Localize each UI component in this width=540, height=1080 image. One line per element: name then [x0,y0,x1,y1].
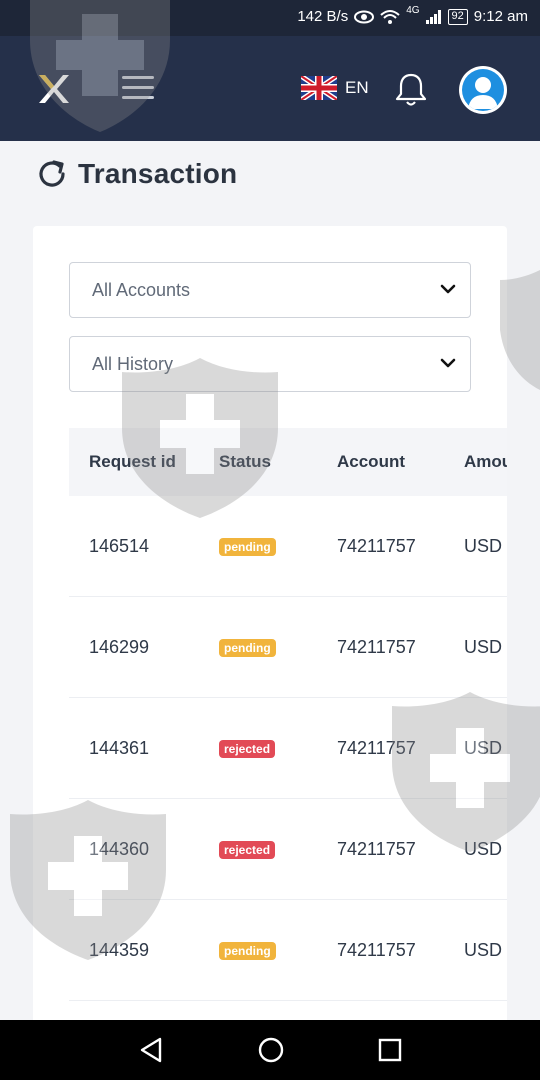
clock: 9:12 am [473,8,528,25]
table-row[interactable]: 144359 pending 74211757 USD 900 [69,900,507,1001]
amount: USD 676 [464,738,507,758]
transactions-card: All Accounts All History Request id Stat… [33,226,507,1026]
chevron-down-icon [440,284,456,294]
column-header-amount[interactable]: Amount [464,452,507,472]
language-label: EN [345,78,369,97]
battery-icon: 92 [447,8,468,25]
amount: USD 900 [464,536,507,556]
status-badge: pending [219,942,276,960]
amount: USD 900 [464,839,507,859]
uk-flag-icon [301,76,337,100]
home-icon[interactable] [257,1036,285,1064]
status-badge: pending [219,639,276,657]
account-number: 74211757 [337,637,416,657]
table-header: Request id Status Account Amount [69,428,507,496]
app-header: EN [0,36,540,141]
request-id: 144360 [89,839,150,859]
account-number: 74211757 [337,839,416,859]
eye-icon [354,10,375,23]
account-number: 74211757 [337,738,416,758]
account-number: 74211757 [337,536,416,556]
account-number: 74211757 [337,940,416,960]
status-badge: rejected [219,740,276,758]
history-filter-value: All History [92,354,174,374]
back-icon[interactable] [138,1036,164,1064]
menu-icon[interactable] [122,76,154,100]
status-badge: pending [219,538,276,556]
signal-icon: 4G [406,5,420,16]
recents-icon[interactable] [377,1036,403,1064]
table-row[interactable]: 144361 rejected 74211757 USD 676 [69,698,507,799]
system-navigation-bar [0,1020,540,1080]
refresh-icon[interactable] [34,156,70,192]
status-badge: rejected [219,841,276,859]
page-title: Transaction [78,158,238,189]
logo-x-icon[interactable] [36,72,70,106]
amount: USD 676 [464,637,507,657]
request-id: 146299 [89,637,150,657]
history-filter-select[interactable]: All History [69,336,471,392]
request-id: 146514 [89,536,150,556]
request-id: 144361 [89,738,150,758]
wifi-icon [380,9,400,24]
user-avatar-icon [468,77,498,109]
table-row[interactable]: 144360 rejected 74211757 USD 900 [69,799,507,900]
network-speed: 142 B/s [297,8,349,25]
column-header-status[interactable]: Status [219,452,271,472]
language-selector[interactable]: EN [301,76,369,100]
page-header: Transaction [34,156,237,192]
chevron-down-icon [440,358,456,368]
column-header-account[interactable]: Account [337,452,405,472]
bell-icon[interactable] [394,72,428,108]
column-header-request-id[interactable]: Request id [89,452,176,472]
account-filter-value: All Accounts [92,280,191,300]
request-id: 144359 [89,940,150,960]
status-bar: 142 B/s 4G 92 9:12 am [0,0,540,36]
table-row[interactable]: 146299 pending 74211757 USD 676 [69,597,507,698]
user-avatar[interactable] [459,66,507,114]
signal-bars-icon [425,9,441,24]
account-filter-select[interactable]: All Accounts [69,262,471,318]
table-row[interactable]: 146514 pending 74211757 USD 900 [69,496,507,597]
amount: USD 900 [464,940,507,960]
